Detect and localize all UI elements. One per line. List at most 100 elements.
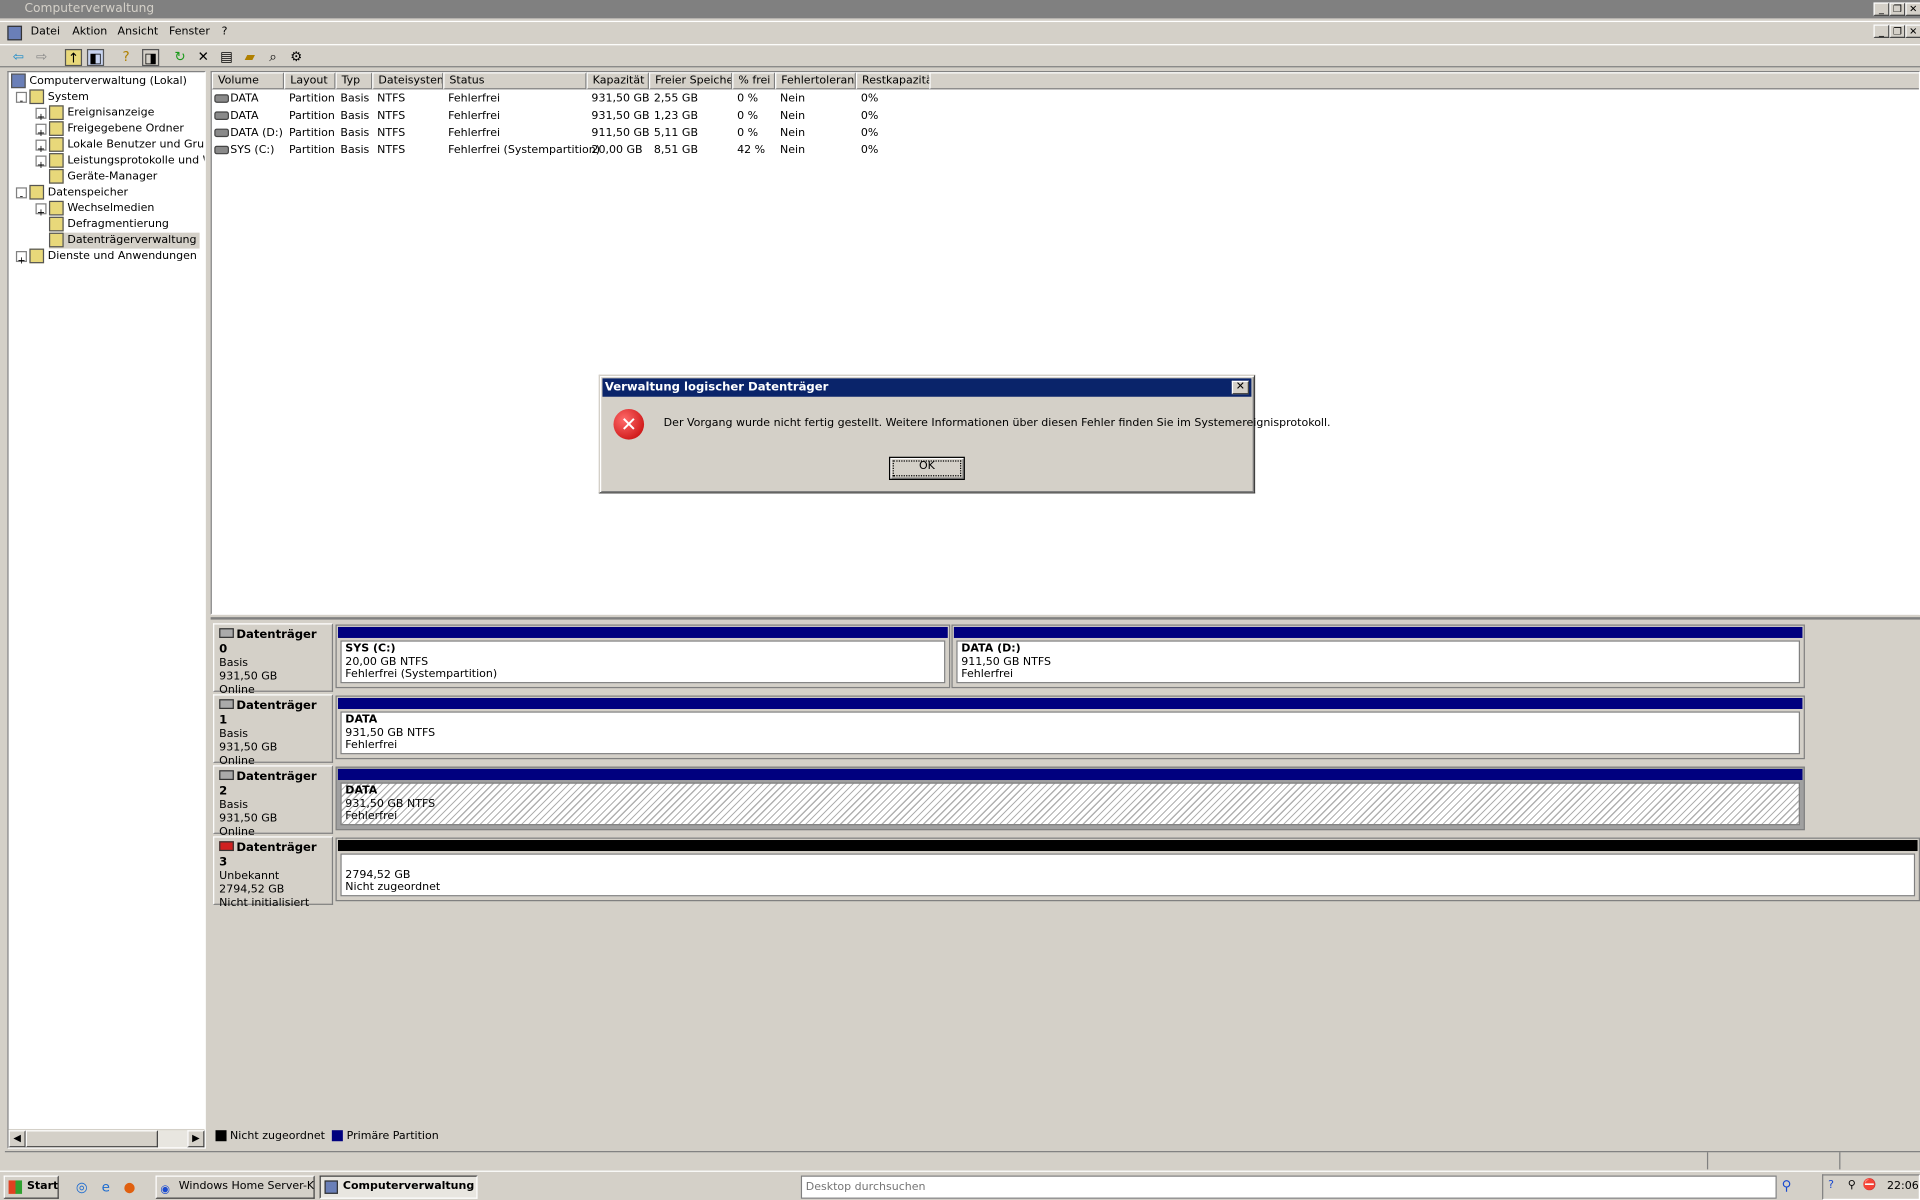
column-header[interactable]: Kapazität — [586, 72, 649, 90]
tree-item[interactable]: Datenträgerverwaltung — [48, 232, 199, 249]
forward-icon[interactable]: ⇨ — [33, 49, 50, 66]
action-pane-icon[interactable]: ◨ — [142, 48, 160, 67]
task-windows-home-server[interactable]: ◉ Windows Home Server-K... — [155, 1175, 315, 1199]
tree-node-icon — [48, 121, 64, 136]
disk-label[interactable]: Datenträger 2 Basis 931,50 GB Online — [213, 765, 334, 839]
table-row[interactable]: DATA Partition Basis NTFS Fehlerfrei 931,50 G… — [212, 91, 1919, 108]
delete-icon[interactable]: ✕ — [195, 49, 212, 66]
partition[interactable]: 2794,52 GB Nicht zugeordnet — [335, 837, 1920, 902]
show-hide-tree-icon[interactable]: ◧ — [86, 48, 105, 67]
tree-item[interactable]: Geräte-Manager — [48, 168, 157, 185]
partition-size: 20,00 GB NTFS — [345, 655, 429, 668]
table-cell: NTFS — [377, 127, 406, 140]
tree-horizontal-scrollbar[interactable]: ◀ ▶ — [8, 1128, 205, 1148]
show-desktop-icon[interactable]: ◎ — [76, 1179, 88, 1195]
mdi-minimize-button[interactable]: _ — [1873, 24, 1890, 38]
search-icon[interactable]: ⌕ — [264, 49, 281, 66]
column-header[interactable]: Typ — [335, 72, 373, 90]
help-icon[interactable]: ? — [118, 49, 135, 66]
expand-toggle[interactable]: + — [35, 155, 47, 170]
refresh-icon[interactable]: ↻ — [171, 49, 188, 66]
disk-icon — [219, 699, 234, 709]
mdi-close-button[interactable]: ✕ — [1905, 24, 1920, 38]
tree-item[interactable]: Ereignisanzeige — [48, 105, 154, 121]
ok-button[interactable]: OK — [888, 456, 965, 481]
scroll-left-button[interactable]: ◀ — [8, 1130, 26, 1148]
menu-help[interactable]: ? — [222, 26, 228, 38]
network-tray-icon[interactable]: ⚲ — [1848, 1179, 1856, 1191]
settings-icon[interactable]: ⚙ — [288, 49, 305, 66]
legend-swatch-primary — [332, 1130, 344, 1142]
tree-item[interactable]: Wechselmedien — [48, 200, 154, 217]
partition[interactable]: SYS (C:) 20,00 GB NTFS Fehlerfrei (Syste… — [335, 624, 951, 689]
scroll-thumb[interactable] — [25, 1130, 158, 1148]
partition[interactable]: DATA 931,50 GB NTFS Fehlerfrei — [335, 766, 1805, 831]
column-header[interactable]: Status — [443, 72, 587, 90]
menu-fenster[interactable]: Fenster — [169, 26, 210, 38]
partition-name: DATA — [345, 713, 378, 727]
tree-item[interactable]: Datenspeicher — [29, 184, 128, 201]
close-button[interactable]: ✕ — [1905, 2, 1920, 16]
table-row[interactable]: DATA Partition Basis NTFS Fehlerfrei 931,50 G… — [212, 108, 1919, 125]
disk-label[interactable]: Datenträger 0 Basis 931,50 GB Online — [213, 623, 334, 697]
properties-icon[interactable]: ▤ — [218, 49, 235, 66]
column-header[interactable]: Freier Speicher — [648, 72, 733, 90]
tree-root[interactable]: Computerverwaltung (Lokal) — [11, 73, 187, 89]
table-cell: 1,23 GB — [653, 110, 699, 123]
tree-item[interactable]: Freigegebene Ordner — [48, 121, 184, 137]
expand-toggle[interactable]: + — [35, 139, 47, 154]
back-icon[interactable]: ⇦ — [10, 49, 27, 66]
column-header[interactable]: Dateisystem — [372, 72, 444, 90]
column-header[interactable]: Volume — [211, 72, 285, 90]
table-cell: 0 % — [737, 110, 759, 123]
expand-toggle[interactable]: - — [15, 91, 27, 107]
tree-item[interactable]: System — [29, 89, 89, 105]
column-header[interactable]: % frei — [732, 72, 776, 90]
start-button[interactable]: Start — [3, 1175, 59, 1199]
expand-toggle[interactable]: + — [15, 251, 27, 266]
expand-toggle[interactable]: + — [35, 123, 47, 138]
security-alert-icon[interactable]: ⛔ — [1862, 1179, 1876, 1191]
disk-label[interactable]: Datenträger 1 Basis 931,50 GB Online — [213, 694, 334, 768]
volume-list: Volume Layout Typ Dateisystem Status Kapazitä… — [210, 71, 1920, 615]
tree-item[interactable]: Dienste und Anwendungen — [29, 248, 197, 265]
help-tray-icon[interactable]: ? — [1828, 1179, 1834, 1191]
task-computerverwaltung[interactable]: Computerverwaltung — [319, 1175, 478, 1199]
table-cell: 931,50 GB — [591, 93, 650, 106]
tree-item[interactable]: Leistungsprotokolle und Warnungen — [48, 153, 204, 169]
open-icon[interactable]: ▰ — [241, 49, 258, 66]
table-row[interactable]: SYS (C:) Partition Basis NTFS Fehlerfrei (Sy… — [212, 142, 1919, 159]
up-folder-icon[interactable]: ↑ — [64, 48, 83, 67]
table-cell: Basis — [340, 93, 370, 106]
tree-node-icon — [48, 216, 64, 232]
tree-item[interactable]: Defragmentierung — [48, 216, 169, 233]
whs-icon: ◉ — [160, 1184, 171, 1197]
partition-name: SYS (C:) — [345, 642, 396, 656]
expand-toggle[interactable]: - — [15, 187, 27, 202]
column-header-filler — [929, 72, 1919, 90]
dialog-close-button[interactable]: ✕ — [1231, 380, 1249, 395]
partition[interactable]: DATA 931,50 GB NTFS Fehlerfrei — [335, 695, 1805, 760]
expand-toggle[interactable]: + — [35, 107, 47, 122]
menu-aktion[interactable]: Aktion — [72, 26, 107, 38]
search-icon[interactable]: ⚲ — [1782, 1178, 1792, 1194]
table-cell: 5,11 GB — [653, 127, 699, 140]
maximize-button[interactable]: ❐ — [1889, 2, 1906, 16]
column-header[interactable]: Layout — [284, 72, 336, 90]
menu-datei[interactable]: Datei — [31, 26, 60, 38]
firefox-icon[interactable]: ● — [124, 1179, 136, 1195]
table-cell: 8,51 GB — [653, 144, 699, 157]
minimize-button[interactable]: _ — [1873, 2, 1890, 16]
partition[interactable]: DATA (D:) 911,50 GB NTFS Fehlerfrei — [951, 624, 1805, 689]
column-header[interactable]: Fehlertoleranz — [775, 72, 856, 90]
tree-node-icon — [29, 248, 45, 264]
scroll-right-button[interactable]: ▶ — [187, 1130, 205, 1148]
internet-explorer-icon[interactable]: e — [102, 1179, 110, 1195]
table-row[interactable]: DATA (D:) Partition Basis NTFS Fehlerfrei 911… — [212, 125, 1919, 142]
menu-ansicht[interactable]: Ansicht — [118, 26, 159, 38]
desktop-search-input[interactable] — [800, 1175, 1777, 1199]
tree-item[interactable]: Lokale Benutzer und Gruppen — [48, 137, 204, 153]
disk-label[interactable]: Datenträger 3 Unbekannt 2794,52 GB Nicht i… — [213, 836, 334, 910]
expand-toggle[interactable]: + — [35, 203, 47, 218]
mdi-restore-button[interactable]: ❐ — [1889, 24, 1906, 38]
